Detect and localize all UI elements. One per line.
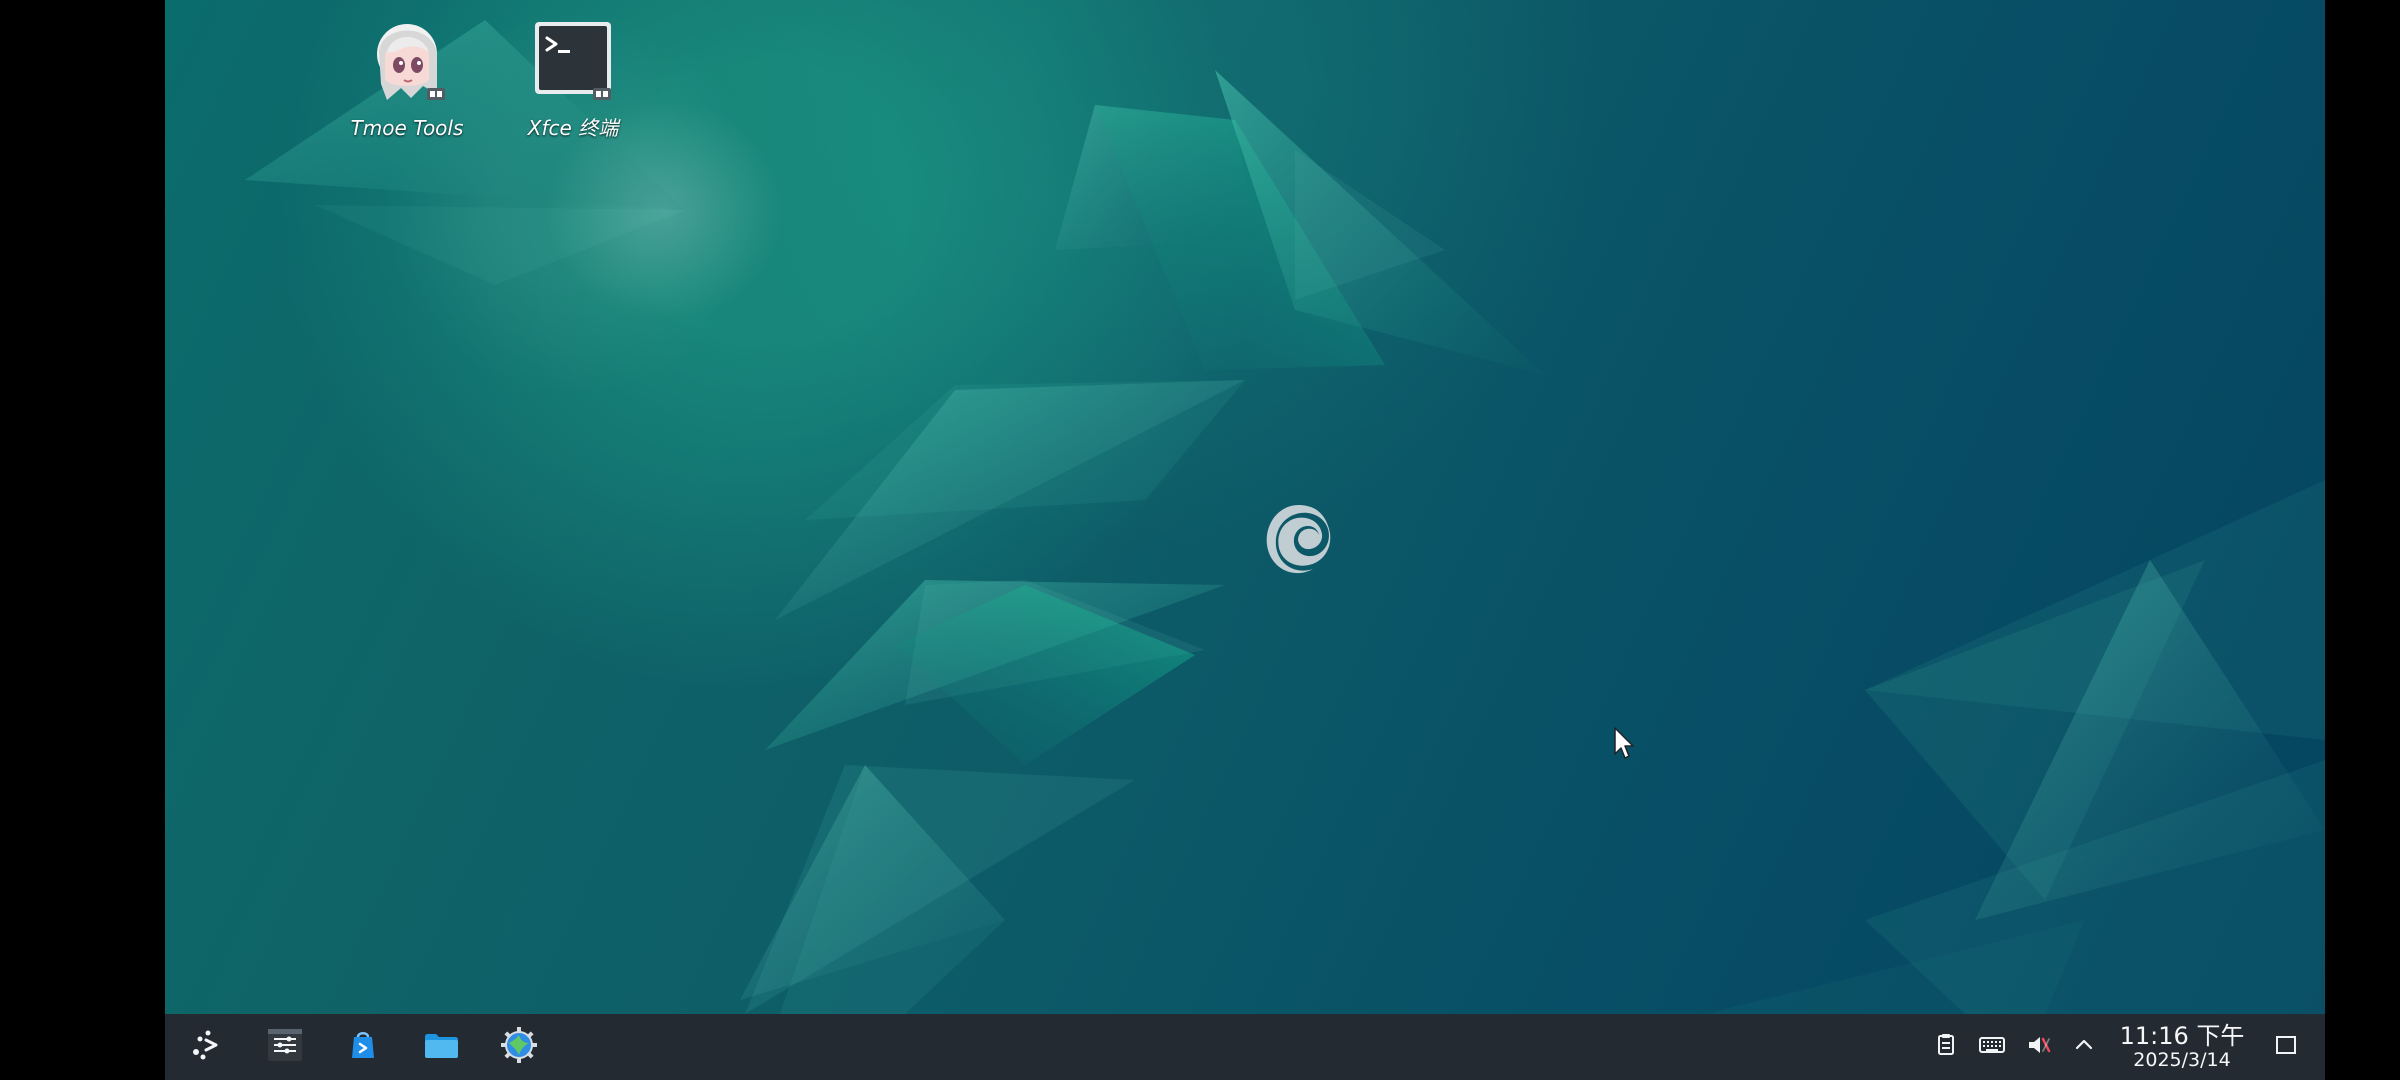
discover-button[interactable] xyxy=(331,1019,395,1075)
globe-gear-icon xyxy=(499,1025,539,1069)
wallpaper-pattern xyxy=(245,20,2325,1014)
debian-swirl-icon xyxy=(1250,488,1350,588)
software-store-icon xyxy=(343,1025,383,1069)
tmoe-tools-icon xyxy=(357,12,457,112)
clipboard-button[interactable] xyxy=(1923,1019,1969,1075)
show-desktop-button[interactable] xyxy=(2263,1019,2309,1075)
taskbar-launchers xyxy=(175,1014,565,1080)
clock-date: 2025/3/14 xyxy=(2133,1049,2231,1071)
mouse-pointer-icon xyxy=(1613,726,1637,760)
terminal-icon xyxy=(523,12,623,112)
file-manager-button[interactable] xyxy=(409,1019,473,1075)
desktop-icon-xfce-terminal[interactable]: Xfce 终端 xyxy=(513,12,633,140)
folder-icon xyxy=(421,1025,461,1069)
chevron-up-icon xyxy=(2072,1033,2096,1061)
system-settings-button[interactable] xyxy=(253,1019,317,1075)
clipboard-icon xyxy=(1932,1031,1960,1063)
desktop-icon-label: Xfce 终端 xyxy=(527,116,619,140)
taskbar: 11:16 下午 2025/3/14 xyxy=(165,1014,2325,1080)
keyboard-layout-button[interactable] xyxy=(1969,1019,2015,1075)
muted-volume-icon xyxy=(2023,1031,2053,1063)
clock-time: 11:16 下午 xyxy=(2119,1022,2245,1050)
volume-button[interactable] xyxy=(2015,1019,2061,1075)
web-browser-button[interactable] xyxy=(487,1019,551,1075)
desktop-icon-label: Tmoe Tools xyxy=(350,116,464,140)
desktop-icon-tmoe-tools[interactable]: Tmoe Tools xyxy=(347,12,467,140)
application-menu-button[interactable] xyxy=(175,1019,239,1075)
desktop-background[interactable]: Tmoe Tools Xfce 终端 xyxy=(165,0,2325,1014)
screen: Tmoe Tools Xfce 终端 11:16 下午 2025/3/14 xyxy=(0,0,2400,1080)
settings-slider-icon xyxy=(265,1025,305,1069)
kde-launcher-icon xyxy=(187,1025,227,1069)
tray-expand-button[interactable] xyxy=(2061,1019,2107,1075)
keyboard-icon xyxy=(1977,1031,2007,1063)
show-desktop-icon xyxy=(2272,1031,2300,1063)
digital-clock[interactable]: 11:16 下午 2025/3/14 xyxy=(2117,1019,2247,1075)
system-tray: 11:16 下午 2025/3/14 xyxy=(1923,1014,2309,1080)
